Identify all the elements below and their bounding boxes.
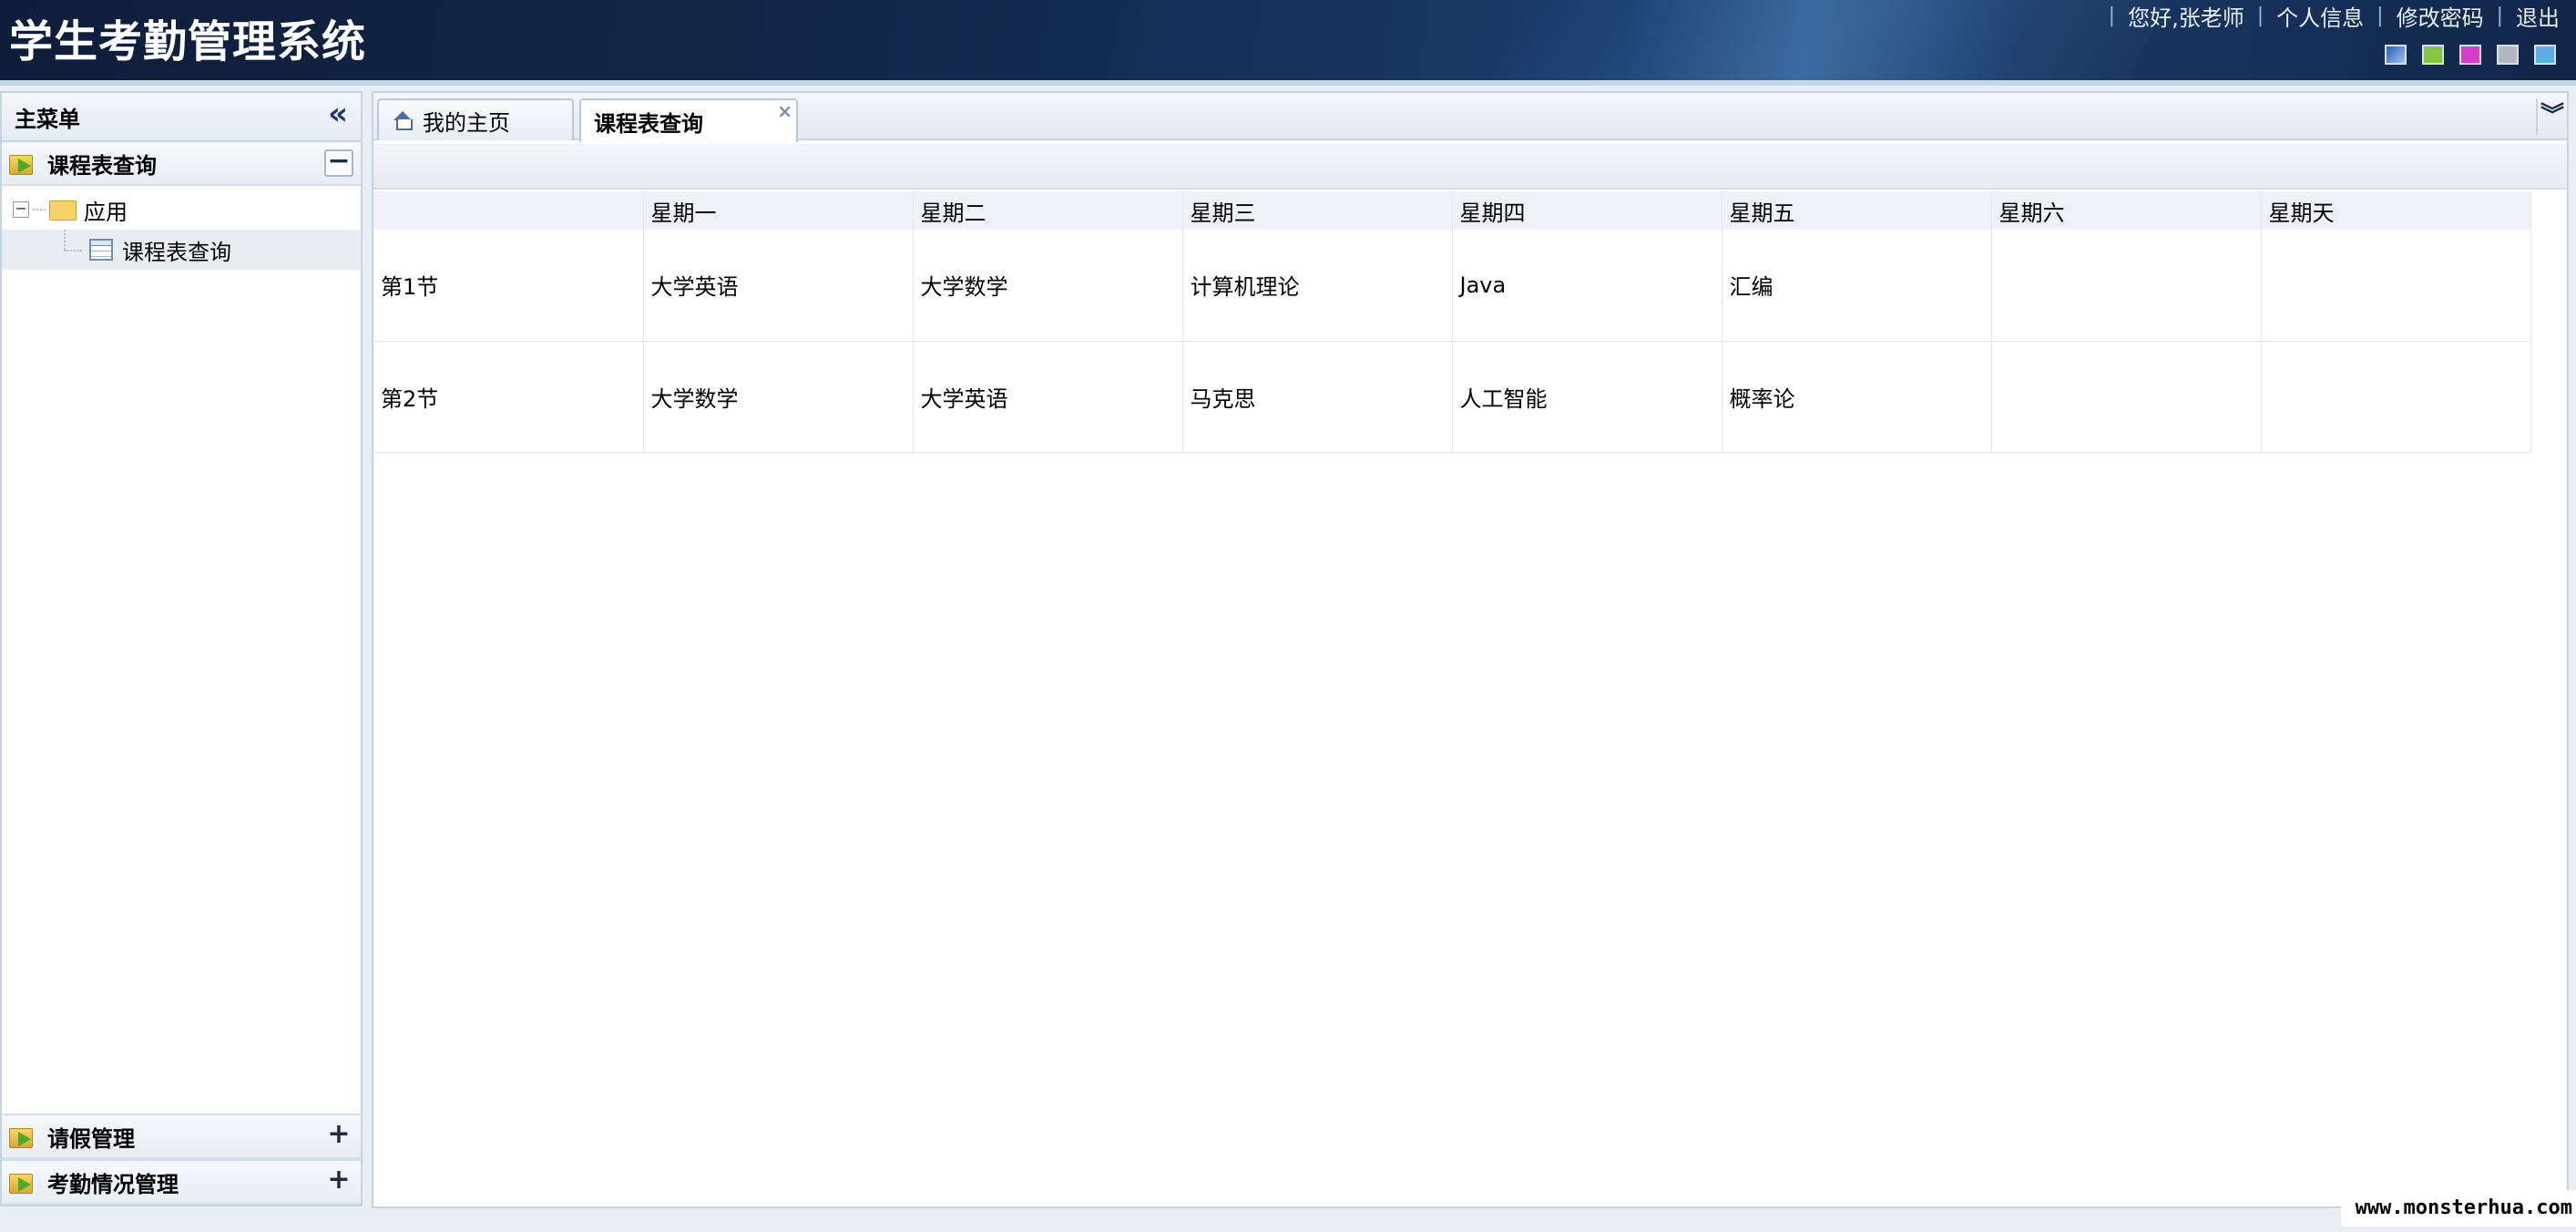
tree-item-timetable-query[interactable]: 课程表查询 xyxy=(2,230,361,270)
column-header: 星期四 xyxy=(1452,191,1722,230)
expand-section-icon[interactable]: + xyxy=(324,1166,353,1196)
profile-link[interactable]: 个人信息 xyxy=(2276,0,2364,32)
column-header: 星期一 xyxy=(643,191,914,230)
accordion-attendance-management[interactable]: 考勤情况管理 + xyxy=(2,1159,361,1205)
link-separator: | xyxy=(2377,4,2384,27)
sidebar: 主菜单 « 课程表查询 − − 应用 课程表查询 请假管理 + 考勤情况管理 + xyxy=(0,91,363,1206)
table-cell xyxy=(2261,341,2531,453)
top-links: | 您好,张老师 | 个人信息 | 修改密码 | 退出 xyxy=(2096,0,2560,32)
folder-arrow-icon xyxy=(9,1123,36,1150)
theme-green-swatch[interactable] xyxy=(2422,45,2444,65)
app-title: 学生考勤管理系统 xyxy=(9,16,367,67)
toolbar-strip xyxy=(373,144,2567,190)
timetable: 星期一 星期二 星期三 星期四 星期五 星期六 星期天 第1节 大学英语 大学数… xyxy=(373,191,2531,453)
tab-list-dropdown-icon[interactable]: ︾ xyxy=(2536,98,2567,135)
header-divider xyxy=(0,80,2576,86)
table-cell: 马克思 xyxy=(1182,341,1453,453)
folder-arrow-icon xyxy=(9,1168,36,1196)
main-panel: 我的主页 课程表查询 × ︾ 星期一 星期二 星期三 星期四 星期五 星期六 星… xyxy=(372,91,2569,1208)
tree-node-app[interactable]: − 应用 xyxy=(2,190,361,230)
tab-label: 课程表查询 xyxy=(594,110,703,137)
accordion-leave-management[interactable]: 请假管理 + xyxy=(2,1114,361,1159)
change-password-link[interactable]: 修改密码 xyxy=(2397,0,2484,32)
folder-icon xyxy=(49,199,77,221)
table-cell: 大学数学 xyxy=(913,230,1183,342)
table-cell: 第2节 xyxy=(373,341,644,453)
table-cell: Java xyxy=(1452,230,1722,342)
column-header: 星期三 xyxy=(1182,191,1453,230)
table-row: 第1节 大学英语 大学数学 计算机理论 Java 汇编 xyxy=(373,230,2531,342)
greeting-link[interactable]: 您好,张老师 xyxy=(2128,0,2244,32)
theme-gray-swatch[interactable] xyxy=(2497,45,2519,65)
table-icon xyxy=(89,239,113,261)
accordion-timetable-query[interactable]: 课程表查询 − xyxy=(2,142,361,186)
link-separator: | xyxy=(2108,4,2116,27)
table-cell: 概率论 xyxy=(1722,341,1992,453)
tab-label: 我的主页 xyxy=(423,109,510,136)
table-cell: 汇编 xyxy=(1722,230,1992,342)
link-separator: | xyxy=(2256,4,2264,27)
table-cell: 大学英语 xyxy=(643,230,914,342)
tab-timetable-query[interactable]: 课程表查询 × xyxy=(579,98,798,142)
accordion-label: 课程表查询 xyxy=(47,152,157,179)
tree-connector xyxy=(64,230,66,250)
watermark-text: www.monsterhua.com xyxy=(2341,1190,2576,1227)
table-cell xyxy=(2261,230,2531,342)
accordion-label: 请假管理 xyxy=(47,1125,135,1152)
table-cell xyxy=(1991,341,2262,453)
folder-arrow-icon xyxy=(9,149,36,177)
column-header: 星期天 xyxy=(2261,191,2531,230)
theme-default-swatch[interactable] xyxy=(2385,45,2407,65)
tab-home[interactable]: 我的主页 xyxy=(377,98,574,140)
sidebar-collapsed-sections: 请假管理 + 考勤情况管理 + xyxy=(2,1114,361,1205)
table-cell: 大学数学 xyxy=(643,341,914,453)
theme-switcher xyxy=(2385,45,2556,65)
tab-bar: 我的主页 课程表查询 × ︾ xyxy=(373,93,2567,142)
logout-link[interactable]: 退出 xyxy=(2516,0,2560,32)
sidebar-header: 主菜单 « xyxy=(2,93,361,142)
column-header: 星期五 xyxy=(1722,191,1992,230)
sidebar-title: 主菜单 xyxy=(15,106,80,132)
expand-section-icon[interactable]: + xyxy=(324,1121,353,1150)
accordion-label: 考勤情况管理 xyxy=(47,1171,179,1197)
link-separator: | xyxy=(2496,4,2503,27)
column-header xyxy=(373,191,644,230)
theme-blue-swatch[interactable] xyxy=(2534,45,2556,65)
column-header: 星期六 xyxy=(1991,191,2262,230)
table-cell: 大学英语 xyxy=(913,341,1183,453)
table-cell: 人工智能 xyxy=(1452,341,1722,453)
table-cell: 第1节 xyxy=(373,230,644,342)
table-cell xyxy=(1991,230,2262,342)
close-tab-icon[interactable]: × xyxy=(777,100,792,122)
column-header: 星期二 xyxy=(913,191,1183,230)
tree-collapse-icon[interactable]: − xyxy=(13,201,29,218)
table-header-row: 星期一 星期二 星期三 星期四 星期五 星期六 星期天 xyxy=(373,191,2531,230)
table-cell: 计算机理论 xyxy=(1182,230,1453,342)
tree-item-label: 课程表查询 xyxy=(122,239,231,265)
tree-connector xyxy=(64,250,82,252)
collapse-sidebar-icon[interactable]: « xyxy=(324,98,352,129)
collapse-section-icon[interactable]: − xyxy=(324,148,353,177)
tree-node-label: 应用 xyxy=(84,199,128,225)
tree-connector xyxy=(33,209,46,210)
table-row: 第2节 大学数学 大学英语 马克思 人工智能 概率论 xyxy=(373,341,2531,453)
home-icon xyxy=(392,109,414,131)
menu-tree: − 应用 课程表查询 xyxy=(2,186,361,270)
theme-pink-swatch[interactable] xyxy=(2459,45,2481,65)
app-header: 学生考勤管理系统 | 您好,张老师 | 个人信息 | 修改密码 | 退出 xyxy=(0,0,2576,80)
